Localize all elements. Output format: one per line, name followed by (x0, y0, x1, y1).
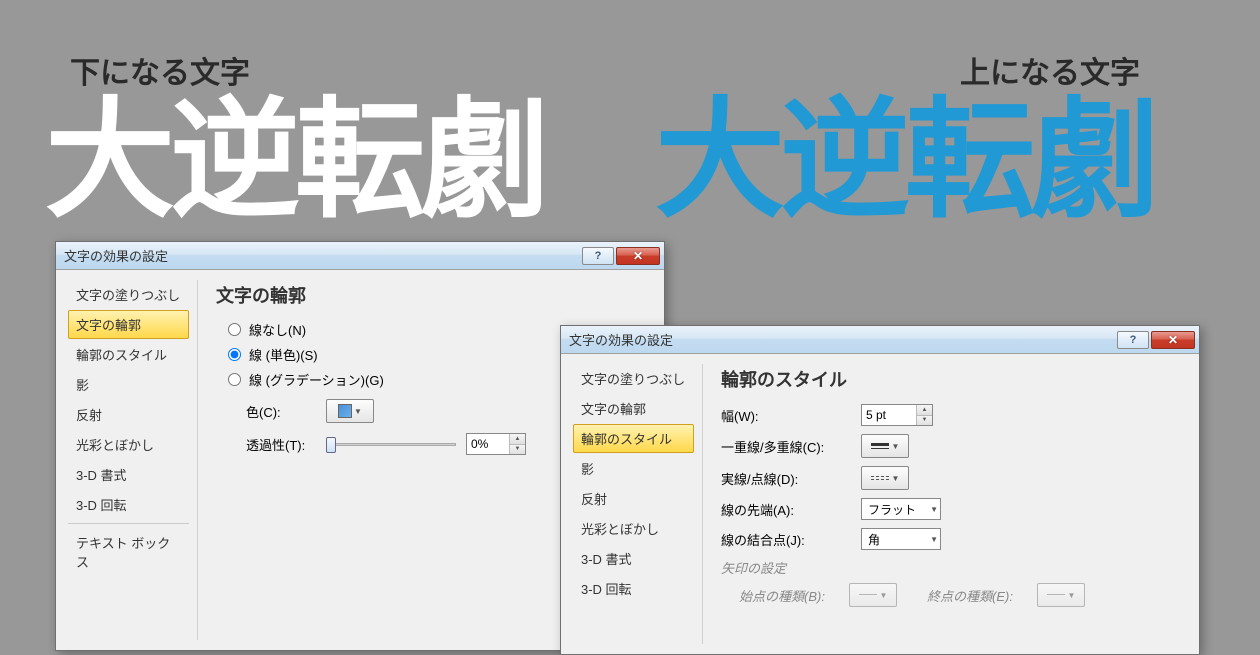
close-icon: ✕ (633, 249, 643, 263)
arrow-end-type-label: 終点の種類(E): (927, 586, 1027, 605)
sidebar-item-shadow[interactable]: 影 (68, 370, 189, 399)
sidebar-item-fill[interactable]: 文字の塗りつぶし (573, 364, 694, 393)
dialog-title: 文字の効果の設定 (569, 330, 673, 349)
sidebar-item-3d-format[interactable]: 3-D 書式 (68, 460, 189, 489)
color-label: 色(C): (246, 402, 316, 421)
close-button[interactable]: ✕ (616, 247, 660, 265)
sidebar-item-glow[interactable]: 光彩とぼかし (573, 514, 694, 543)
sidebar-item-3d-rotation[interactable]: 3-D 回転 (573, 574, 694, 603)
spinner-down[interactable]: ▼ (917, 416, 932, 426)
sidebar-item-outline[interactable]: 文字の輪郭 (573, 394, 694, 423)
sidebar-item-outline-style[interactable]: 輪郭のスタイル (68, 340, 189, 369)
dialog-title: 文字の効果の設定 (64, 246, 168, 265)
titlebar[interactable]: 文字の効果の設定 ? ✕ (56, 242, 664, 270)
radio-label: 線なし(N) (249, 320, 306, 339)
sidebar-item-fill[interactable]: 文字の塗りつぶし (68, 280, 189, 309)
sidebar-item-shadow[interactable]: 影 (573, 454, 694, 483)
radio-input[interactable] (228, 348, 241, 361)
arrow-end-type-button: ▼ (1037, 583, 1085, 607)
sidebar-item-glow[interactable]: 光彩とぼかし (68, 430, 189, 459)
join-value: 角 (868, 531, 880, 548)
arrow-group-title: 矢印の設定 (721, 558, 1181, 577)
dash-line-icon (871, 476, 889, 480)
dash-label: 実線/点線(D): (721, 469, 861, 488)
spinner-up[interactable]: ▲ (510, 434, 525, 445)
sidebar-item-3d-rotation[interactable]: 3-D 回転 (68, 490, 189, 519)
compound-line-icon (871, 443, 889, 449)
titlebar[interactable]: 文字の効果の設定 ? ✕ (561, 326, 1199, 354)
compound-type-button[interactable]: ▼ (861, 434, 909, 458)
arrow-begin-type-label: 始点の種類(B): (739, 586, 839, 605)
help-button[interactable]: ? (1117, 331, 1149, 349)
radio-input[interactable] (228, 373, 241, 386)
compound-label: 一重線/多重線(C): (721, 437, 861, 456)
arrow-icon (859, 590, 877, 600)
panel-title: 文字の輪郭 (216, 282, 646, 308)
cap-value: フラット (868, 501, 916, 518)
category-sidebar: 文字の塗りつぶし 文字の輪郭 輪郭のスタイル 影 反射 光彩とぼかし 3-D 書… (68, 280, 198, 640)
close-icon: ✕ (1168, 333, 1178, 347)
radio-label: 線 (単色)(S) (249, 345, 318, 364)
spinner-up[interactable]: ▲ (917, 405, 932, 416)
help-button[interactable]: ? (582, 247, 614, 265)
sidebar-item-3d-format[interactable]: 3-D 書式 (573, 544, 694, 573)
sidebar-item-textbox[interactable]: テキスト ボックス (68, 528, 189, 576)
help-icon: ? (595, 250, 602, 262)
sample-text-white: 大逆転劇 (45, 55, 545, 243)
arrow-begin-type-button: ▼ (849, 583, 897, 607)
sidebar-item-outline[interactable]: 文字の輪郭 (68, 310, 189, 339)
join-type-combo[interactable]: 角 ▼ (861, 528, 941, 550)
chevron-down-icon: ▼ (880, 591, 888, 600)
color-picker-button[interactable]: ▼ (326, 399, 374, 423)
spinner-down[interactable]: ▼ (510, 445, 525, 455)
transparency-spinner[interactable]: ▲ ▼ (466, 433, 526, 455)
width-label: 幅(W): (721, 406, 861, 425)
chevron-down-icon: ▼ (892, 474, 900, 483)
help-icon: ? (1130, 334, 1137, 346)
width-input[interactable] (862, 405, 916, 425)
close-button[interactable]: ✕ (1151, 331, 1195, 349)
transparency-slider[interactable] (326, 434, 456, 454)
sidebar-item-reflection[interactable]: 反射 (68, 400, 189, 429)
transparency-label: 透過性(T): (246, 435, 316, 454)
sample-text-blue: 大逆転劇 (655, 55, 1155, 243)
outline-style-panel: 輪郭のスタイル 幅(W): ▲ ▼ 一重線/多重線(C): ▼ (715, 364, 1187, 644)
panel-title: 輪郭のスタイル (721, 366, 1181, 392)
sidebar-item-reflection[interactable]: 反射 (573, 484, 694, 513)
radio-input[interactable] (228, 323, 241, 336)
join-label: 線の結合点(J): (721, 530, 861, 549)
width-spinner[interactable]: ▲ ▼ (861, 404, 933, 426)
chevron-down-icon: ▼ (1068, 591, 1076, 600)
chevron-down-icon: ▼ (892, 442, 900, 451)
slider-thumb[interactable] (326, 437, 336, 453)
text-effects-dialog-style: 文字の効果の設定 ? ✕ 文字の塗りつぶし 文字の輪郭 輪郭のスタイル 影 反射… (560, 325, 1200, 655)
chevron-down-icon: ▼ (930, 535, 938, 544)
transparency-input[interactable] (467, 434, 509, 454)
sidebar-item-outline-style[interactable]: 輪郭のスタイル (573, 424, 694, 453)
arrow-icon (1047, 590, 1065, 600)
chevron-down-icon: ▼ (930, 505, 938, 514)
color-swatch-icon (338, 404, 352, 418)
category-sidebar: 文字の塗りつぶし 文字の輪郭 輪郭のスタイル 影 反射 光彩とぼかし 3-D 書… (573, 364, 703, 644)
chevron-down-icon: ▼ (354, 407, 362, 416)
radio-label: 線 (グラデーション)(G) (249, 370, 384, 389)
cap-label: 線の先端(A): (721, 500, 861, 519)
cap-type-combo[interactable]: フラット ▼ (861, 498, 941, 520)
dash-type-button[interactable]: ▼ (861, 466, 909, 490)
